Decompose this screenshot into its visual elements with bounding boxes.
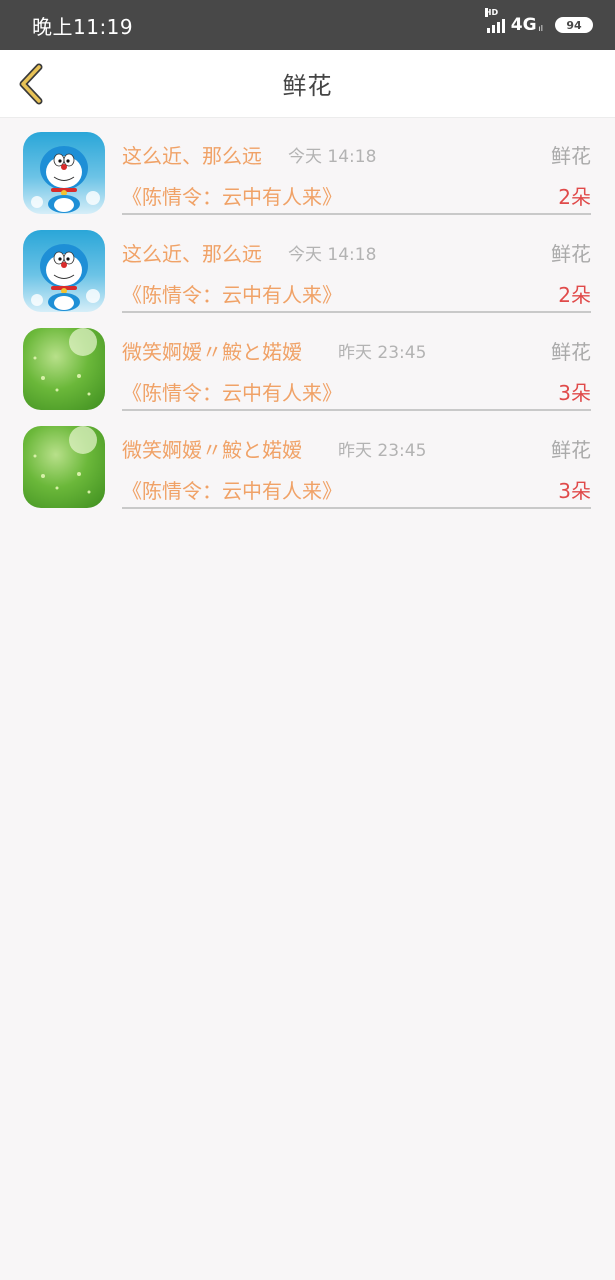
green-bokeh-avatar-icon (33, 328, 97, 396)
status-bar: 晚上11:19 HD 4G ıl 94 (0, 0, 615, 50)
gift-type: 鲜花 (551, 242, 591, 266)
nav-bar: 鲜花 (0, 50, 615, 118)
sender-name: 微笑婀嫒〃鮟と婼嫒 (122, 340, 302, 364)
send-time: 昨天 23:45 (338, 343, 427, 363)
sender-name: 这么近、那么远 (122, 144, 262, 168)
doraemon-avatar-icon (31, 146, 100, 213)
page-title: 鲜花 (282, 72, 333, 100)
chevron-left-icon (19, 63, 43, 105)
sender-name: 这么近、那么远 (122, 242, 262, 266)
list-item[interactable]: 这么近、那么远 今天 14:18 鲜花 《陈情令：云中有人来》 2朵 (0, 216, 615, 314)
gift-count: 3朵 (558, 479, 591, 503)
list-item[interactable]: 微笑婀嫒〃鮟と婼嫒 昨天 23:45 鲜花 《陈情令：云中有人来》 3朵 (0, 314, 615, 412)
row-divider (122, 311, 591, 313)
list-item[interactable]: 微笑婀嫒〃鮟と婼嫒 昨天 23:45 鲜花 《陈情令：云中有人来》 3朵 (0, 412, 615, 510)
send-time: 今天 14:18 (288, 147, 377, 167)
network-sub-label: ıl (538, 23, 543, 33)
row-divider (122, 213, 591, 215)
work-title[interactable]: 《陈情令：云中有人来》 (122, 279, 342, 308)
gift-count: 2朵 (558, 185, 591, 209)
work-title[interactable]: 《陈情令：云中有人来》 (122, 181, 342, 210)
row-divider (122, 507, 591, 509)
avatar[interactable] (23, 132, 105, 214)
battery-level: 94 (566, 18, 582, 32)
battery-icon: 94 (555, 17, 593, 33)
status-time: 晚上11:19 (32, 14, 134, 39)
sender-name: 微笑婀嫒〃鮟と婼嫒 (122, 438, 302, 462)
green-bokeh-avatar-icon (33, 426, 97, 494)
flower-record-list: 这么近、那么远 今天 14:18 鲜花 《陈情令：云中有人来》 2朵 这么近、那… (0, 118, 615, 510)
send-time: 今天 14:18 (288, 245, 377, 265)
hd-label: HD (484, 8, 499, 17)
work-title[interactable]: 《陈情令：云中有人来》 (122, 377, 342, 406)
gift-count: 2朵 (558, 283, 591, 307)
doraemon-avatar-icon (31, 244, 100, 311)
gift-count: 3朵 (558, 381, 591, 405)
list-item[interactable]: 这么近、那么远 今天 14:18 鲜花 《陈情令：云中有人来》 2朵 (0, 118, 615, 216)
send-time: 昨天 23:45 (338, 441, 427, 461)
gift-type: 鲜花 (551, 438, 591, 462)
signal-icon: HD (484, 8, 505, 33)
avatar[interactable] (23, 426, 105, 508)
status-indicators: HD 4G ıl 94 (484, 8, 593, 35)
gift-type: 鲜花 (551, 144, 591, 168)
avatar[interactable] (23, 230, 105, 312)
network-label: 4G (510, 15, 537, 35)
work-title[interactable]: 《陈情令：云中有人来》 (122, 475, 342, 504)
gift-type: 鲜花 (551, 340, 591, 364)
back-button[interactable] (12, 62, 52, 106)
avatar[interactable] (23, 328, 105, 410)
row-divider (122, 409, 591, 411)
